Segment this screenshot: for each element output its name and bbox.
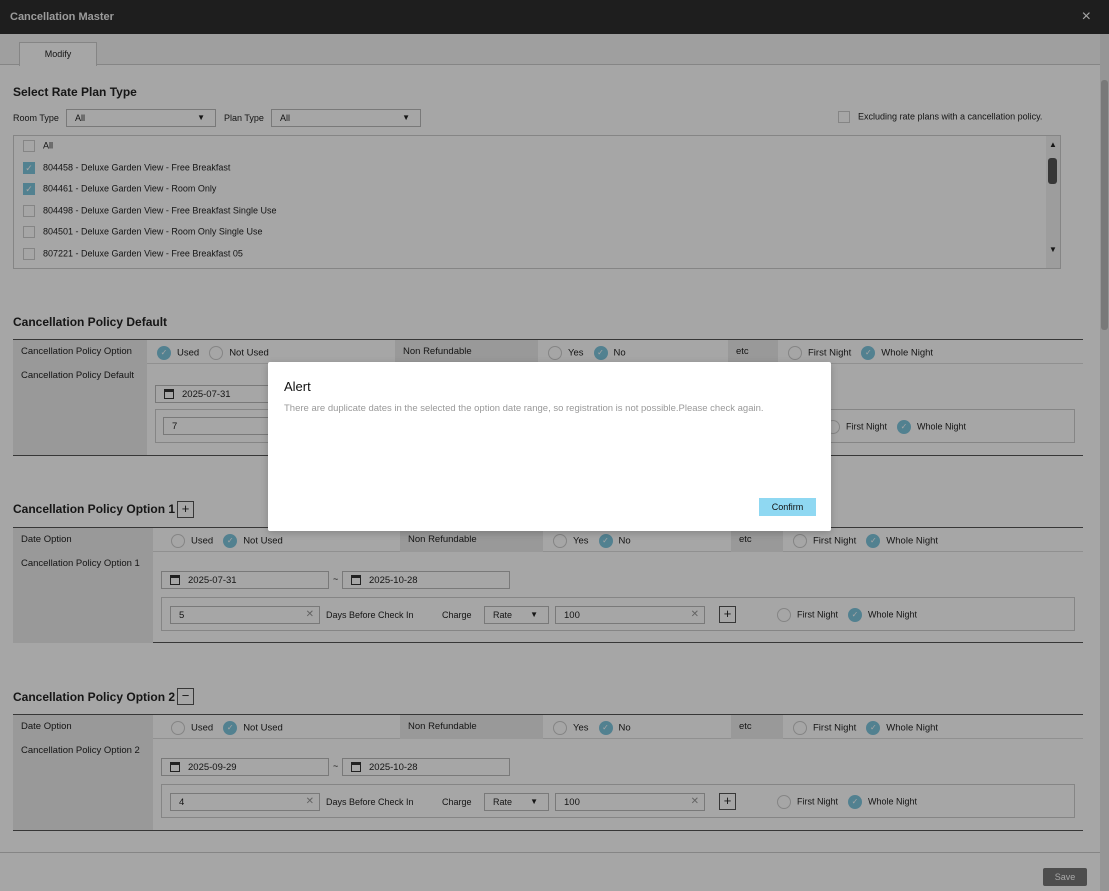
alert-dialog: Alert There are duplicate dates in the s… (268, 362, 831, 531)
confirm-button[interactable]: Confirm (759, 498, 816, 516)
alert-message: There are duplicate dates in the selecte… (284, 403, 764, 414)
alert-title: Alert (284, 379, 311, 394)
